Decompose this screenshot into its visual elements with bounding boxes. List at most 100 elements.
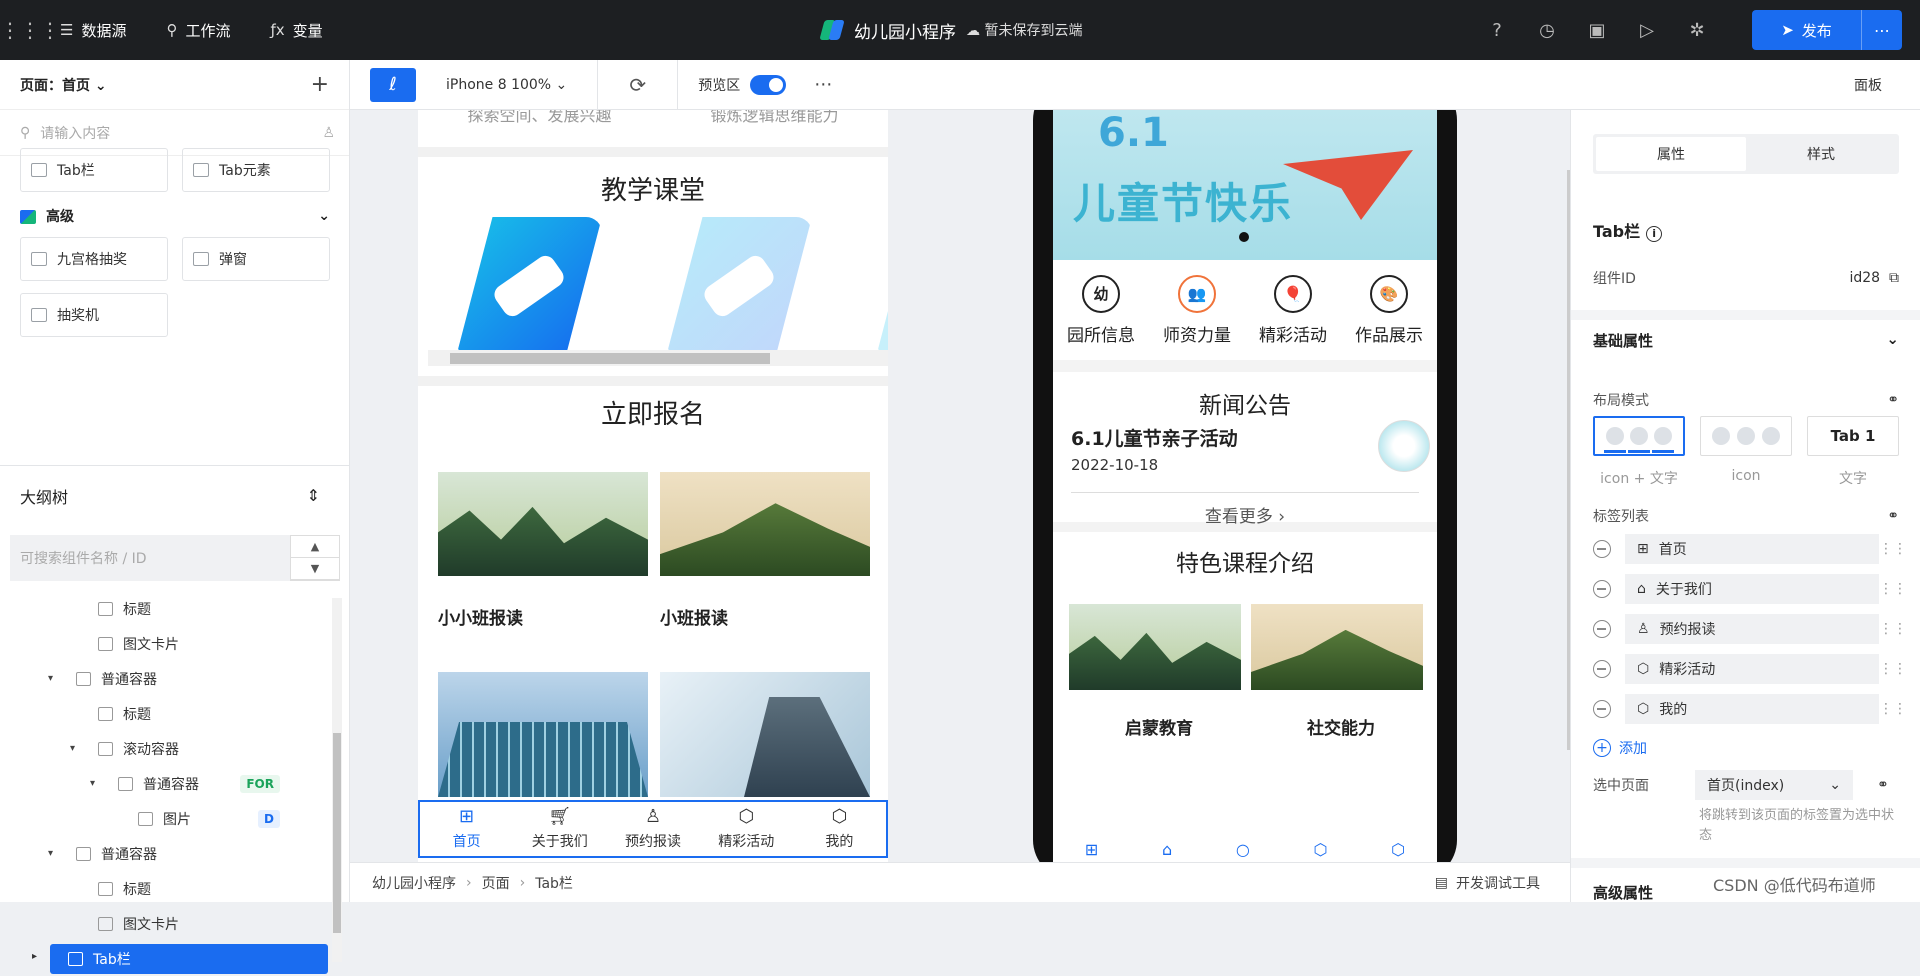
remove-icon[interactable] bbox=[1593, 580, 1611, 598]
collapse-arrow-icon[interactable]: ▾ bbox=[90, 778, 104, 789]
home-grid-icon: ⊞ bbox=[1084, 840, 1099, 859]
outline-tree-header[interactable]: 大纲树 ⇕ bbox=[0, 465, 350, 525]
horizontal-scrollbar[interactable] bbox=[428, 350, 888, 366]
link-icon[interactable]: ⚭ bbox=[1887, 392, 1899, 408]
layout-icon-text[interactable] bbox=[1593, 416, 1685, 456]
layout-icon[interactable] bbox=[1700, 416, 1792, 456]
phone-tabbar[interactable]: ⊞ ⌂ ○ ⬡ ⬡ bbox=[1053, 840, 1437, 862]
refresh-icon[interactable]: ⟳ bbox=[598, 59, 679, 110]
nav-works[interactable]: 🎨 作品展示 bbox=[1341, 260, 1437, 360]
save-icon[interactable]: ▣ bbox=[1572, 20, 1622, 41]
tree-node-selected[interactable]: Tab栏 bbox=[50, 944, 328, 974]
expand-collapse-icon[interactable]: ⇕ bbox=[307, 486, 320, 505]
tab-home[interactable]: ⊞ 首页 bbox=[420, 802, 513, 856]
expand-arrow-icon[interactable]: ▸ bbox=[32, 951, 37, 962]
add-tab-button[interactable]: + 添加 bbox=[1593, 738, 1647, 758]
component-lottery-machine[interactable]: 抽奖机 bbox=[20, 293, 168, 337]
prev-icon[interactable]: ▲ bbox=[291, 536, 339, 558]
drag-handle-icon[interactable]: ⋮⋮ bbox=[1879, 621, 1907, 637]
collapse-arrow-icon[interactable]: ▾ bbox=[48, 673, 62, 684]
link-icon[interactable]: ⚭ bbox=[1887, 508, 1899, 524]
selected-page-select[interactable]: 首页(index) ⌄ bbox=[1695, 770, 1853, 800]
tab-activities[interactable]: ⬡ 精彩活动 bbox=[700, 802, 793, 856]
publish-more-icon[interactable]: ⋯ bbox=[1862, 21, 1902, 40]
link-icon[interactable]: ⚭ bbox=[1877, 777, 1889, 793]
tab-booking[interactable]: ♙ 预约报读 bbox=[606, 802, 699, 856]
tree-node[interactable]: 标题 bbox=[0, 696, 330, 731]
outline-search-input[interactable]: 可搜索组件名称 / ID bbox=[10, 535, 290, 581]
component-popup[interactable]: 弹窗 bbox=[182, 237, 330, 281]
next-icon[interactable]: ▼ bbox=[291, 558, 339, 580]
advanced-section-header[interactable]: 高级 ⌄ bbox=[20, 206, 330, 226]
help-icon[interactable]: ? bbox=[1472, 20, 1522, 41]
carousel-dot[interactable] bbox=[1239, 232, 1249, 242]
history-icon[interactable]: ◷ bbox=[1522, 20, 1572, 41]
breadcrumb-page[interactable]: 页面 bbox=[482, 873, 510, 893]
apps-grid-icon[interactable]: ⋮⋮⋮ bbox=[0, 0, 60, 60]
tree-node[interactable]: ▾ 滚动容器 bbox=[0, 731, 330, 766]
tree-node[interactable]: 图文卡片 bbox=[0, 626, 330, 661]
more-icon[interactable]: ⋯ bbox=[814, 74, 832, 95]
tree-node[interactable]: ▾ 普通容器 FOR bbox=[0, 766, 330, 801]
debug-icon[interactable]: ✲ bbox=[1672, 20, 1722, 41]
component-library-icon[interactable]: ♙ bbox=[322, 125, 335, 141]
component-lottery-grid[interactable]: 九宫格抽奖 bbox=[20, 237, 168, 281]
tree-node[interactable]: 标题 bbox=[0, 871, 330, 906]
miniprogram-icon: ℓ bbox=[389, 74, 397, 95]
nav-teachers[interactable]: 👥 师资力量 bbox=[1149, 260, 1245, 360]
news-item-title[interactable]: 6.1儿童节亲子活动 bbox=[1071, 424, 1238, 451]
device-select[interactable]: iPhone 8 100% ⌄ bbox=[446, 59, 599, 110]
tree-node[interactable]: 图片 D bbox=[0, 801, 330, 836]
copy-icon[interactable]: ⧉ bbox=[1889, 270, 1899, 286]
news-thumbnail bbox=[1378, 420, 1430, 472]
drag-handle-icon[interactable]: ⋮⋮ bbox=[1879, 541, 1907, 557]
nav-school-info[interactable]: 幼园所信息 bbox=[1053, 260, 1149, 360]
tree-node[interactable]: ▾ 普通容器 bbox=[0, 836, 330, 871]
add-page-icon[interactable]: + bbox=[311, 72, 329, 97]
tree-node[interactable]: ▾ 普通容器 bbox=[0, 661, 330, 696]
advanced-icon bbox=[20, 210, 36, 224]
remove-icon[interactable] bbox=[1593, 700, 1611, 718]
see-more-link[interactable]: 查看更多 › bbox=[1053, 502, 1437, 527]
tab-about[interactable]: 🛒︎ 关于我们 bbox=[513, 802, 606, 856]
panel-toggle[interactable]: 面板 bbox=[1854, 75, 1882, 95]
breadcrumb-app[interactable]: 幼儿园小程序 bbox=[372, 873, 456, 893]
info-icon[interactable]: i bbox=[1646, 226, 1663, 242]
run-icon[interactable]: ▷ bbox=[1622, 20, 1672, 41]
workflow-button[interactable]: ⚲ 工作流 bbox=[166, 20, 230, 41]
collapse-arrow-icon[interactable]: ▾ bbox=[70, 743, 84, 754]
drag-handle-icon[interactable]: ⋮⋮ bbox=[1879, 661, 1907, 677]
variables-button[interactable]: ƒx 变量 bbox=[270, 20, 322, 41]
page-selector[interactable]: 页面：首页 ⌄ + bbox=[0, 60, 349, 110]
phone-screen[interactable]: 6.1 儿童节快乐 幼园所信息 👥 师资力量 🎈 精彩活动 🎨 作品展示 新闻公告 6… bbox=[1053, 110, 1437, 862]
school-icon: 幼 bbox=[1082, 274, 1120, 313]
drag-handle-icon[interactable]: ⋮⋮ bbox=[1879, 701, 1907, 717]
tab-properties[interactable]: 属性 bbox=[1596, 137, 1746, 171]
devtools-button[interactable]: ▤ 开发调试工具 bbox=[1435, 873, 1540, 893]
editor-page[interactable]: 探索空间、发展兴趣 锻炼逻辑思维能力 教学课堂 立即报名 小小班报读 小班报读 bbox=[418, 110, 888, 862]
remove-icon[interactable] bbox=[1593, 540, 1611, 558]
component-tab-element[interactable]: Tab元素 bbox=[182, 148, 330, 192]
tab-styles[interactable]: 样式 bbox=[1746, 137, 1896, 171]
component-tabbar[interactable]: Tab栏 bbox=[20, 148, 168, 192]
nav-activities[interactable]: 🎈 精彩活动 bbox=[1245, 260, 1341, 360]
tree-node[interactable]: 图文卡片 bbox=[0, 906, 330, 941]
basic-props-header[interactable]: 基础属性 ⌄ bbox=[1593, 330, 1899, 351]
preview-toggle[interactable] bbox=[750, 74, 787, 95]
publish-button[interactable]: ➤ 发布 ⋯ bbox=[1752, 10, 1902, 50]
tree-node[interactable]: 标题 bbox=[0, 591, 330, 626]
app-title: 幼儿园小程序 bbox=[854, 22, 956, 43]
collapse-arrow-icon[interactable]: ▾ bbox=[48, 848, 62, 859]
tab-list-item: ⬡ 精彩活动 ⋮⋮ bbox=[1593, 654, 1907, 684]
image-node-icon bbox=[138, 811, 153, 826]
outline-scrollbar[interactable] bbox=[332, 598, 342, 962]
drag-handle-icon[interactable]: ⋮⋮ bbox=[1879, 581, 1907, 597]
miniprogram-button[interactable]: ℓ bbox=[370, 67, 416, 102]
datasource-button[interactable]: ☰ 数据源 bbox=[60, 20, 126, 41]
tabbar-selected[interactable]: ⊞ 首页 🛒︎ 关于我们 ♙ 预约报读 ⬡ 精彩活动 ⬡ 我的 bbox=[418, 800, 888, 858]
breadcrumb-component[interactable]: Tab栏 bbox=[535, 873, 573, 893]
layout-text[interactable]: Tab 1 bbox=[1807, 416, 1899, 456]
tab-mine[interactable]: ⬡ 我的 bbox=[793, 802, 886, 856]
remove-icon[interactable] bbox=[1593, 660, 1611, 678]
remove-icon[interactable] bbox=[1593, 620, 1611, 638]
